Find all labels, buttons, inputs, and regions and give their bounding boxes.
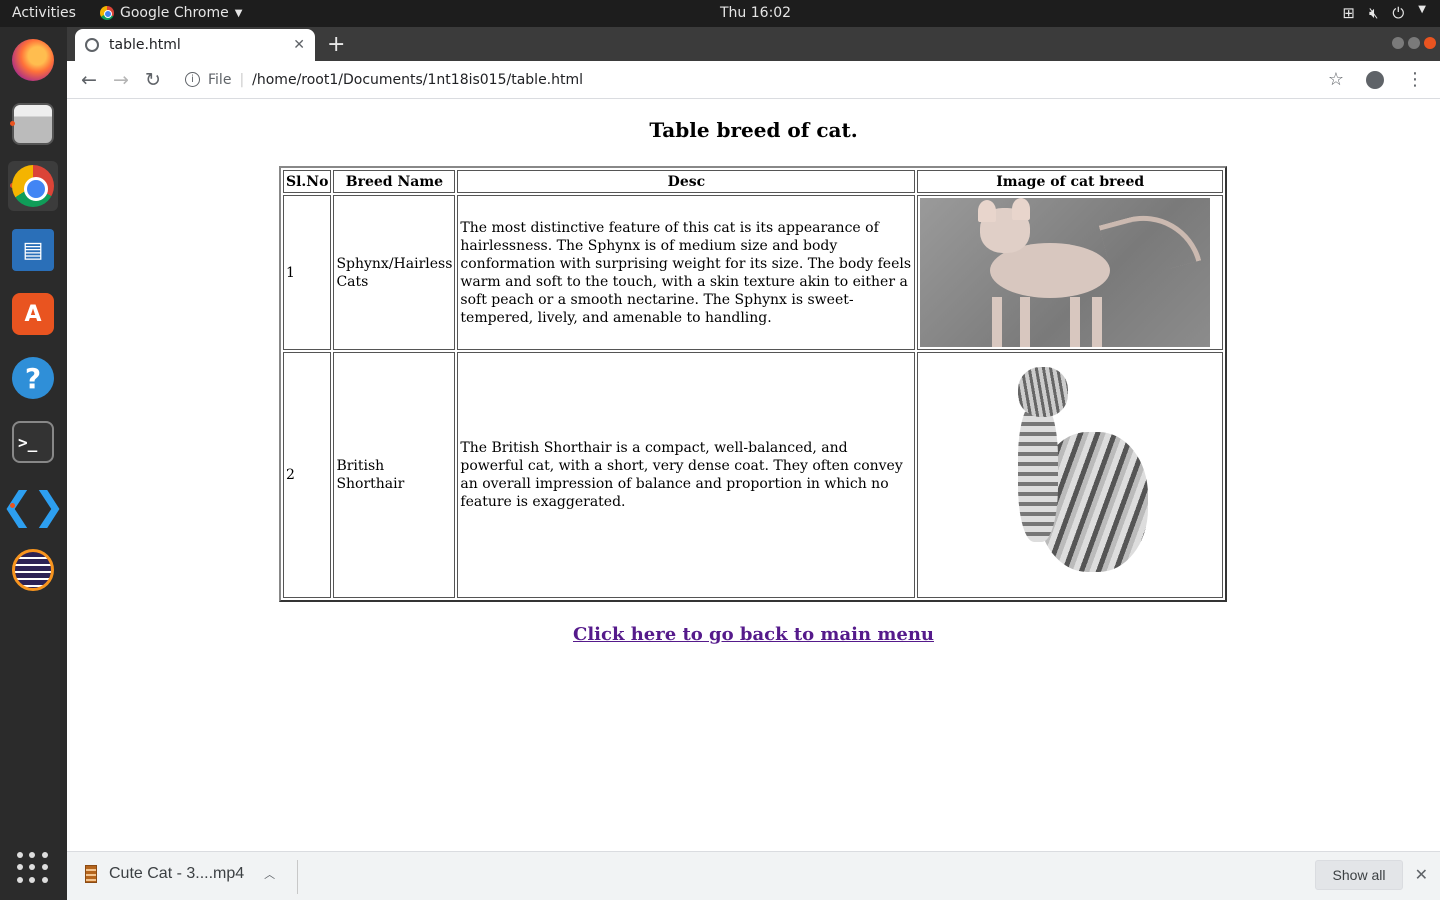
- british-shorthair-image: [1008, 362, 1158, 588]
- app-menu-label: Google Chrome: [120, 5, 229, 21]
- writer-icon: ▤: [12, 229, 54, 271]
- shelf-divider: [297, 860, 298, 894]
- dock: ▤ A ? >_ ❮❯: [0, 27, 67, 900]
- files-icon: [12, 103, 54, 145]
- dock-software[interactable]: A: [8, 289, 58, 339]
- firefox-icon: [12, 39, 54, 81]
- system-tray[interactable]: ⊞ 🔇︎ ⏻ ▼: [1342, 4, 1426, 22]
- new-tab-button[interactable]: +: [327, 32, 345, 57]
- column-header: Image of cat breed: [917, 170, 1223, 193]
- chevron-down-icon: ▼: [1418, 4, 1426, 15]
- maximize-button[interactable]: [1408, 37, 1420, 49]
- power-icon: ⏻: [1392, 4, 1405, 22]
- network-icon: ⊞: [1342, 4, 1355, 22]
- table-row: 1 Sphynx/Hairless Cats The most distinct…: [283, 195, 1223, 350]
- close-window-button[interactable]: [1424, 37, 1436, 49]
- breed-name: British Shorthair: [333, 352, 456, 598]
- address-scheme: File: [208, 71, 232, 88]
- software-store-icon: A: [12, 293, 54, 335]
- back-to-main-menu-link[interactable]: Click here to go back to main menu: [573, 624, 934, 645]
- vscode-icon: ❮❯: [1, 484, 65, 528]
- tab-table-html[interactable]: table.html ✕: [75, 29, 315, 61]
- app-menu[interactable]: Google Chrome ▼: [100, 5, 242, 21]
- back-button[interactable]: ←: [73, 69, 105, 91]
- column-header: Desc: [457, 170, 916, 193]
- download-file-name: Cute Cat - 3....mp4: [109, 865, 245, 882]
- column-header: Sl.No: [283, 170, 332, 193]
- row-number: 1: [283, 195, 332, 350]
- volume-mute-icon: 🔇︎: [1368, 4, 1379, 22]
- breed-name: Sphynx/Hairless Cats: [333, 195, 456, 350]
- chrome-icon: [12, 165, 54, 207]
- table-header-row: Sl.No Breed Name Desc Image of cat breed: [283, 170, 1223, 193]
- row-number: 2: [283, 352, 332, 598]
- dock-help[interactable]: ?: [8, 353, 58, 403]
- show-applications-icon[interactable]: [17, 852, 49, 884]
- chevron-up-icon[interactable]: ︿: [264, 866, 275, 882]
- download-shelf: Cute Cat - 3....mp4 ︿ Show all ✕: [67, 851, 1440, 900]
- column-header: Breed Name: [333, 170, 456, 193]
- show-all-button[interactable]: Show all: [1315, 860, 1403, 890]
- help-icon: ?: [12, 357, 54, 399]
- tab-title: table.html: [109, 37, 181, 53]
- download-item[interactable]: Cute Cat - 3....mp4 ︿: [85, 865, 275, 883]
- window-controls: [1392, 37, 1436, 49]
- running-indicator: [10, 503, 15, 508]
- chevron-down-icon: ▼: [234, 7, 243, 19]
- activities-button[interactable]: Activities: [12, 5, 76, 21]
- breed-image-cell: [917, 352, 1223, 598]
- chrome-window: table.html ✕ + ← → ↻ i File | /home/root…: [67, 27, 1440, 900]
- sphynx-cat-image: [920, 198, 1211, 347]
- address-separator: |: [239, 71, 245, 88]
- breed-description: The British Shorthair is a compact, well…: [457, 352, 916, 598]
- address-bar[interactable]: i File | /home/root1/Documents/1nt18is01…: [185, 72, 1328, 88]
- dock-writer[interactable]: ▤: [8, 225, 58, 275]
- reload-button[interactable]: ↻: [137, 69, 169, 91]
- dock-firefox[interactable]: [8, 35, 58, 85]
- dock-chrome[interactable]: [8, 161, 58, 211]
- tab-strip: table.html ✕ +: [67, 27, 1440, 61]
- forward-button[interactable]: →: [105, 69, 137, 91]
- breed-image-cell: [917, 195, 1223, 350]
- system-top-bar: Activities Google Chrome ▼ Thu 16:02 ⊞ 🔇…: [0, 0, 1440, 27]
- globe-icon: [85, 38, 99, 52]
- toolbar-right: ☆ ⋮: [1328, 69, 1424, 90]
- dock-vscode[interactable]: ❮❯: [1, 481, 65, 531]
- clock[interactable]: Thu 16:02: [720, 5, 791, 21]
- browser-toolbar: ← → ↻ i File | /home/root1/Documents/1nt…: [67, 61, 1440, 99]
- info-icon[interactable]: i: [185, 72, 200, 87]
- running-indicator: [10, 121, 15, 126]
- breed-description: The most distinctive feature of this cat…: [457, 195, 916, 350]
- bookmark-star-icon[interactable]: ☆: [1328, 69, 1344, 90]
- minimize-button[interactable]: [1392, 37, 1404, 49]
- breed-table: Sl.No Breed Name Desc Image of cat breed…: [279, 166, 1227, 602]
- eclipse-icon: [12, 549, 54, 591]
- video-file-icon: [85, 865, 97, 883]
- table-row: 2 British Shorthair The British Shorthai…: [283, 352, 1223, 598]
- dock-terminal[interactable]: >_: [8, 417, 58, 467]
- back-link-container: Click here to go back to main menu: [67, 624, 1440, 645]
- close-tab-icon[interactable]: ✕: [293, 37, 305, 53]
- close-shelf-icon[interactable]: ✕: [1415, 865, 1428, 885]
- address-path: /home/root1/Documents/1nt18is015/table.h…: [252, 71, 584, 88]
- page-title: Table breed of cat.: [649, 118, 858, 142]
- profile-icon[interactable]: [1366, 70, 1384, 89]
- chrome-icon: [100, 6, 114, 20]
- dock-files[interactable]: [8, 99, 58, 149]
- dock-eclipse[interactable]: [8, 545, 58, 595]
- page-content: Table breed of cat. Sl.No Breed Name Des…: [67, 99, 1440, 851]
- menu-kebab-icon[interactable]: ⋮: [1406, 69, 1424, 90]
- terminal-icon: >_: [12, 421, 54, 463]
